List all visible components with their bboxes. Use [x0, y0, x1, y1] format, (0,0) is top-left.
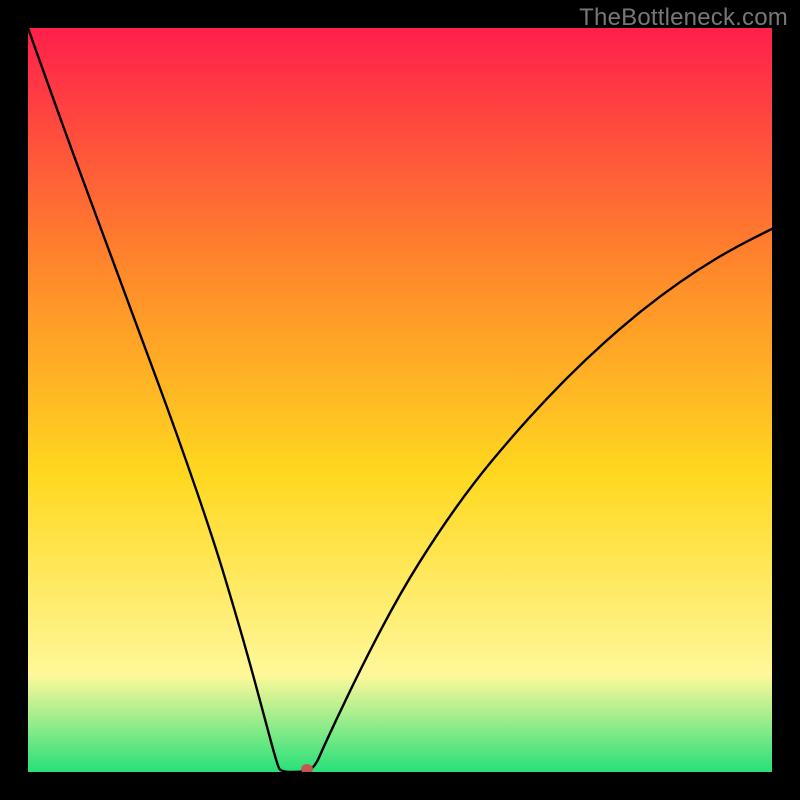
gradient-background — [28, 28, 772, 772]
chart-frame: TheBottleneck.com — [0, 0, 800, 800]
chart-plot-area — [28, 28, 772, 772]
chart-svg — [28, 28, 772, 772]
